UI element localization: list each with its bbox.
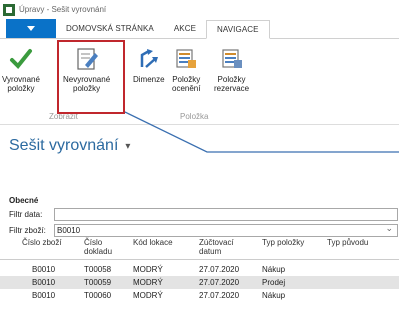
cell-document-no: T00060 (84, 291, 112, 300)
table-row[interactable]: B0010 T00059 MODRÝ 27.07.2020 Prodej (0, 276, 399, 289)
cell-document-no: T00058 (84, 265, 112, 274)
cell-document-no: T00059 (84, 278, 112, 287)
header-text: Číslo (84, 238, 103, 247)
page-title-dropdown[interactable]: ▾ (125, 141, 130, 152)
cell-entry-type: Nákup (262, 265, 286, 274)
table-header: Číslo zboží Číslo dokladu Kód lokace Zúč… (0, 234, 399, 260)
header-text: Typ položky (262, 238, 305, 247)
cell-location-code: MODRÝ (133, 278, 163, 287)
column-header-posting-date[interactable]: Zúčtovací datum (199, 238, 234, 256)
page-header: Sešit vyrovnání ▾ (9, 137, 130, 155)
entries-table: Číslo zboží Číslo dokladu Kód lokace Zúč… (0, 234, 399, 302)
cell-entry-type: Prodej (262, 278, 286, 287)
cell-posting-date: 27.07.2020 (199, 265, 240, 274)
column-header-entry-type[interactable]: Typ položky (262, 238, 304, 247)
section-general[interactable]: Obecné (9, 196, 38, 205)
cell-item-no: B0010 (32, 291, 56, 300)
cell-posting-date: 27.07.2020 (199, 291, 240, 300)
page-title: Sešit vyrovnání (9, 137, 119, 154)
date-filter-label: Filtr data: (9, 210, 43, 219)
cell-posting-date: 27.07.2020 (199, 278, 240, 287)
column-header-document-no[interactable]: Číslo dokladu (84, 238, 112, 256)
header-text: Zúčtovací (199, 238, 234, 247)
cell-entry-type: Nákup (262, 291, 286, 300)
date-filter-row: Filtr data: (9, 208, 398, 221)
header-text: dokladu (84, 247, 113, 256)
header-text: Číslo zboží (22, 238, 62, 247)
cell-location-code: MODRÝ (133, 291, 163, 300)
table-row[interactable]: B0010 T00060 MODRÝ 27.07.2020 Nákup (0, 289, 399, 302)
column-header-item-no[interactable]: Číslo zboží (22, 238, 62, 247)
header-text: datum (199, 247, 222, 256)
column-header-source-type[interactable]: Typ původu (327, 238, 368, 247)
column-header-location-code[interactable]: Kód lokace (133, 238, 173, 247)
header-text: Kód lokace (133, 238, 173, 247)
cell-location-code: MODRÝ (133, 265, 163, 274)
cell-item-no: B0010 (32, 278, 56, 287)
table-row[interactable]: B0010 T00058 MODRÝ 27.07.2020 Nákup (0, 263, 399, 276)
header-text: Typ původu (327, 238, 369, 247)
date-filter-input[interactable] (54, 208, 398, 221)
cell-item-no: B0010 (32, 265, 56, 274)
